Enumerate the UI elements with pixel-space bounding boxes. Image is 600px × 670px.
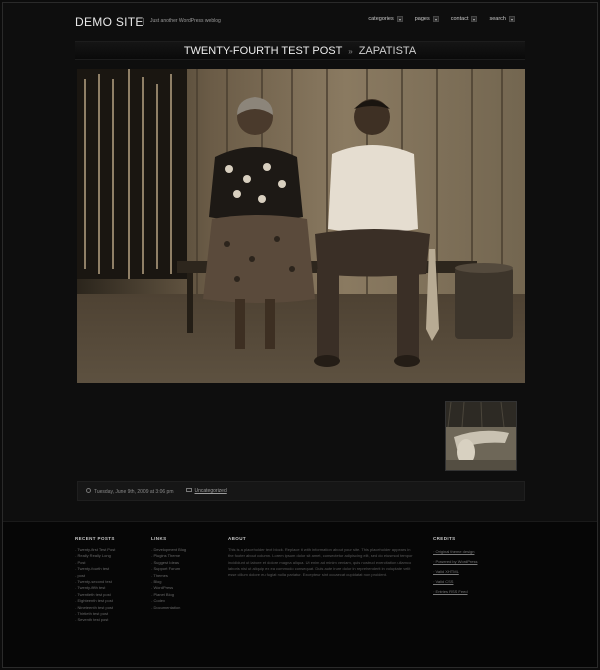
recent-posts-list: Twenty-first Test Post Really Really Lon… xyxy=(75,547,115,624)
about-heading: ABOUT xyxy=(228,536,246,541)
page-frame: DEMO SITE Just another WordPress weblog … xyxy=(2,2,598,668)
photo-illustration xyxy=(77,69,525,383)
chevron-down-icon xyxy=(396,16,403,22)
about-text: This is a placeholder text block. Replac… xyxy=(228,547,413,578)
category-link[interactable]: Uncategorized xyxy=(195,488,227,494)
list-item[interactable]: Seventh test post xyxy=(75,617,115,623)
site-tagline: Just another WordPress weblog xyxy=(143,18,221,25)
nav-label: pages xyxy=(414,16,430,22)
footer-credits: CREDITS Original theme design Powered by… xyxy=(433,536,477,597)
list-item[interactable]: Really Really Long xyxy=(75,553,115,559)
links-heading: LINKS xyxy=(151,536,167,541)
list-item[interactable]: Valid XHTML xyxy=(433,567,477,577)
site-title[interactable]: DEMO SITE xyxy=(75,15,144,29)
chevron-down-icon xyxy=(432,16,439,22)
list-item[interactable]: Eighteenth test post xyxy=(75,598,115,604)
folder-icon xyxy=(185,488,192,492)
nav-label: search xyxy=(489,16,506,22)
footer-about: ABOUT This is a placeholder text block. … xyxy=(228,536,413,578)
footer-recent-posts: RECENT POSTS Twenty-first Test Post Real… xyxy=(75,536,115,624)
chevron-down-icon xyxy=(509,16,515,22)
gallery-thumbnail[interactable] xyxy=(445,401,517,471)
post-category-title[interactable]: ZAPATISTA xyxy=(359,45,416,57)
thumbnail-image xyxy=(446,402,516,470)
post-category: Uncategorized xyxy=(185,488,227,494)
post-title-bar: TWENTY-FOURTH TEST POST » ZAPATISTA xyxy=(75,41,525,60)
chevron-down-icon xyxy=(471,16,478,22)
credits-list: Original theme design Powered by WordPre… xyxy=(433,547,478,597)
nav-search[interactable]: search xyxy=(489,16,515,22)
site-footer: RECENT POSTS Twenty-first Test Post Real… xyxy=(3,521,597,667)
list-item[interactable]: Powered by WordPress xyxy=(433,557,478,567)
nav-contact[interactable]: contact xyxy=(451,16,478,22)
nav-label: categories xyxy=(368,16,394,22)
post-title[interactable]: TWENTY-FOURTH TEST POST xyxy=(184,45,342,57)
list-item[interactable]: Valid CSS xyxy=(433,577,477,587)
main-nav: categories pages contact search xyxy=(368,16,515,22)
nav-label: contact xyxy=(450,16,469,22)
post-date-text: Tuesday, June 9th, 2009 at 3:06 pm xyxy=(94,488,174,495)
credits-heading: CREDITS xyxy=(433,536,456,541)
clock-icon xyxy=(86,487,91,493)
post-meta-bar: Tuesday, June 9th, 2009 at 3:06 pm Uncat… xyxy=(77,481,525,501)
recent-posts-heading: RECENT POSTS xyxy=(75,536,115,541)
list-item[interactable]: Original theme design xyxy=(433,547,477,557)
footer-links: LINKS Development Blog Plugins Theme Sug… xyxy=(151,536,186,611)
nav-categories[interactable]: categories xyxy=(368,16,403,22)
list-item[interactable]: Documentation xyxy=(151,605,186,611)
list-item[interactable]: Entries RSS Feed xyxy=(433,587,477,597)
links-list: Development Blog Plugins Theme Suggest I… xyxy=(151,547,186,611)
nav-pages[interactable]: pages xyxy=(415,16,439,22)
post-date: Tuesday, June 9th, 2009 at 3:06 pm xyxy=(86,487,174,495)
title-separator: » xyxy=(348,47,353,56)
main-photo[interactable] xyxy=(77,69,525,383)
